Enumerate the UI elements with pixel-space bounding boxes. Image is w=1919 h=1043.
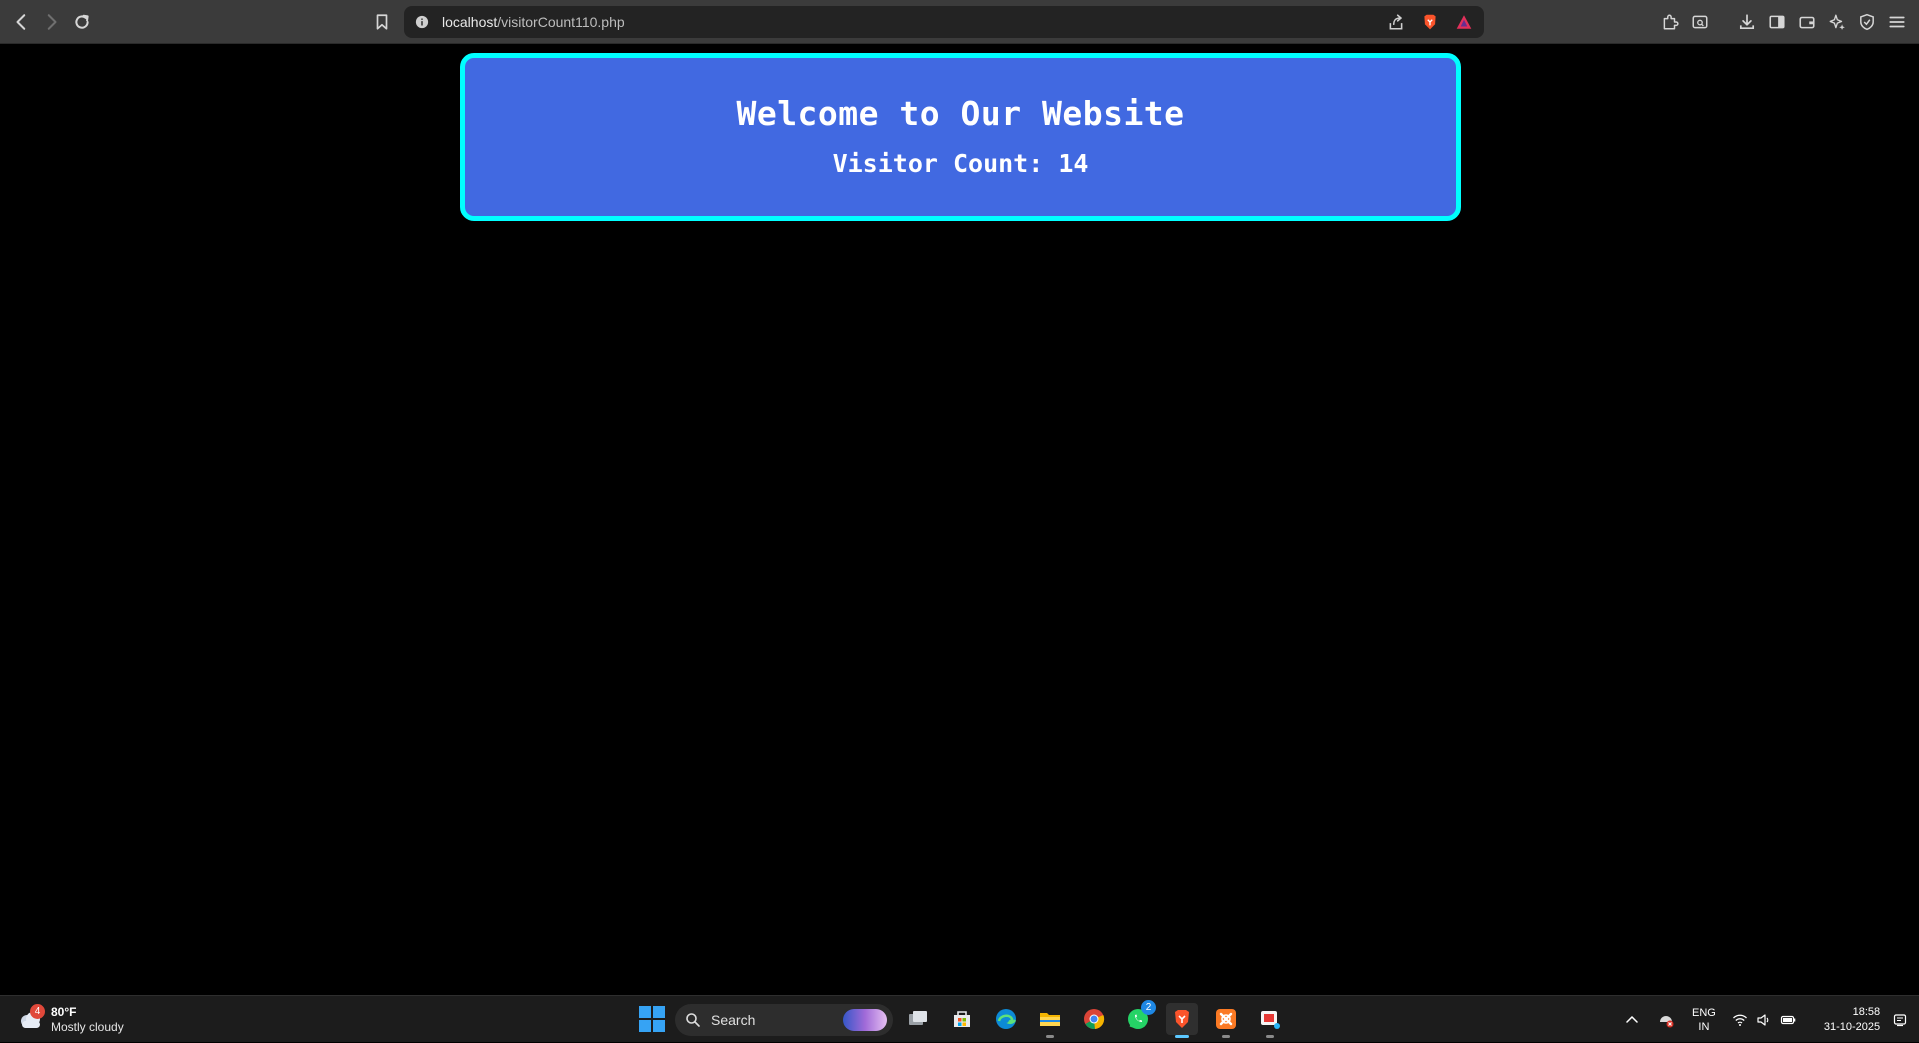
url-path: /visitorCount110.php [497, 14, 625, 30]
whatsapp-icon[interactable]: 2 [1122, 1000, 1156, 1035]
url-host: localhost [442, 14, 498, 30]
edge-icon[interactable] [990, 1003, 1022, 1035]
sidebar-icon[interactable] [1765, 10, 1789, 34]
windows-taskbar: 4 80°F Mostly cloudy Search 2 ENG IN 18:… [0, 995, 1919, 1042]
chevron-up-icon[interactable] [1622, 1010, 1642, 1030]
visitor-count: Visitor Count: 14 [832, 149, 1089, 178]
search-label: Search [711, 1012, 756, 1028]
defender-alert-icon[interactable] [1656, 1010, 1676, 1030]
url-text[interactable]: localhost/visitorCount110.php [442, 14, 625, 30]
back-icon[interactable] [10, 10, 34, 34]
taskbar-search[interactable]: Search [675, 1004, 893, 1036]
vpn-shield-icon[interactable] [1855, 10, 1879, 34]
language-code: ENG [1692, 1006, 1716, 1019]
search-highlight-image [843, 1009, 887, 1031]
clock-time: 18:58 [1852, 1005, 1881, 1018]
site-info-icon[interactable] [414, 14, 430, 30]
reload-icon[interactable] [70, 10, 94, 34]
file-explorer-icon[interactable] [1034, 1003, 1066, 1038]
weather-widget[interactable]: 4 80°F Mostly cloudy [16, 1002, 124, 1038]
wallet-icon[interactable] [1795, 10, 1819, 34]
tab-search-icon[interactable] [1688, 10, 1712, 34]
microsoft-store-icon[interactable] [946, 1003, 978, 1035]
whatsapp-badge: 2 [1141, 1000, 1156, 1015]
clock-date: 31-10-2025 [1823, 1020, 1881, 1033]
cloud-icon: 4 [16, 1004, 45, 1034]
task-view-icon[interactable] [902, 1003, 934, 1035]
snipping-tool-icon[interactable] [1254, 1003, 1286, 1038]
address-bar[interactable]: localhost/visitorCount110.php [404, 6, 1484, 38]
brave-rewards-icon[interactable] [1454, 12, 1474, 32]
notifications-icon[interactable] [1890, 1010, 1910, 1030]
volume-icon[interactable] [1754, 1010, 1774, 1030]
wifi-icon[interactable] [1730, 1010, 1750, 1030]
forward-icon[interactable] [39, 10, 63, 34]
menu-icon[interactable] [1885, 10, 1909, 34]
browser-toolbar: localhost/visitorCount110.php [0, 0, 1919, 44]
share-icon[interactable] [1386, 12, 1406, 32]
brave-shields-icon[interactable] [1420, 12, 1440, 32]
start-button[interactable] [637, 1004, 665, 1032]
clock[interactable]: 18:58 31-10-2025 [1824, 1005, 1880, 1035]
language-indicator[interactable]: ENG IN [1692, 1006, 1716, 1034]
page-viewport: Welcome to Our Website Visitor Count: 14 [0, 44, 1919, 995]
system-tray: ENG IN 18:58 31-10-2025 [1622, 996, 1910, 1043]
download-icon[interactable] [1735, 10, 1759, 34]
page-title: Welcome to Our Website [736, 94, 1185, 133]
weather-temperature: 80°F [51, 1005, 77, 1019]
leo-ai-icon[interactable] [1825, 10, 1849, 34]
brave-browser-icon[interactable] [1166, 1003, 1198, 1038]
welcome-card: Welcome to Our Website Visitor Count: 14 [460, 53, 1461, 221]
search-icon [685, 1012, 701, 1028]
battery-icon[interactable] [1778, 1010, 1798, 1030]
weather-badge: 4 [30, 1004, 45, 1019]
bookmark-icon[interactable] [370, 10, 394, 34]
xampp-icon[interactable] [1210, 1003, 1242, 1038]
extensions-icon[interactable] [1658, 10, 1682, 34]
weather-condition: Mostly cloudy [51, 1020, 124, 1034]
region-code: IN [1698, 1020, 1710, 1033]
chrome-icon[interactable] [1078, 1003, 1110, 1035]
